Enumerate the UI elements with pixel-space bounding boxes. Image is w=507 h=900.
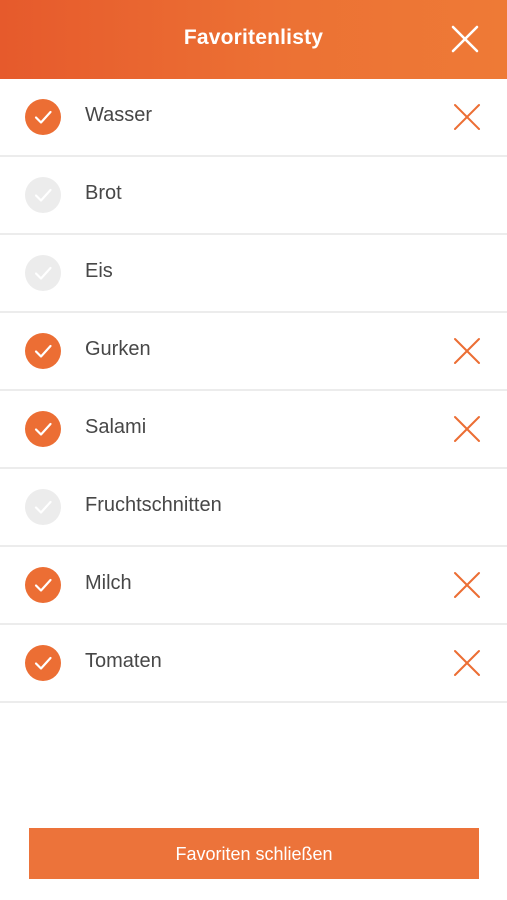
checked-checkbox-icon[interactable]	[25, 411, 61, 447]
checked-checkbox-icon[interactable]	[25, 99, 61, 135]
unchecked-checkbox-icon[interactable]	[25, 255, 61, 291]
close-icon[interactable]	[448, 22, 482, 56]
checked-checkbox-icon[interactable]	[25, 567, 61, 603]
list-item[interactable]: Gurken	[0, 313, 507, 391]
list-item-label: Brot	[85, 182, 122, 204]
remove-item-icon[interactable]	[453, 571, 481, 599]
remove-item-icon[interactable]	[453, 649, 481, 677]
list-item-label: Milch	[85, 572, 132, 594]
list-item-label: Wasser	[85, 104, 153, 126]
list-item[interactable]: Eis	[0, 235, 507, 313]
checked-checkbox-icon[interactable]	[25, 645, 61, 681]
remove-item-icon[interactable]	[453, 103, 481, 131]
list-item[interactable]: Milch	[0, 547, 507, 625]
header-bar: Favoritenlisty	[0, 0, 507, 79]
list-item-label: Eis	[85, 260, 113, 282]
unchecked-checkbox-icon[interactable]	[25, 489, 61, 525]
favorites-list: Wasser Brot Eis Gurken Salami Fruchtschnitten…	[0, 79, 507, 703]
list-item-label: Gurken	[85, 338, 151, 360]
list-item[interactable]: Tomaten	[0, 625, 507, 703]
list-item[interactable]: Brot	[0, 157, 507, 235]
list-item[interactable]: Fruchtschnitten	[0, 469, 507, 547]
unchecked-checkbox-icon[interactable]	[25, 177, 61, 213]
list-item-label: Fruchtschnitten	[85, 494, 222, 516]
list-item[interactable]: Salami	[0, 391, 507, 469]
close-favorites-button[interactable]: Favoriten schließen	[29, 828, 479, 879]
list-item[interactable]: Wasser	[0, 79, 507, 157]
remove-item-icon[interactable]	[453, 415, 481, 443]
list-item-label: Salami	[85, 416, 147, 438]
checked-checkbox-icon[interactable]	[25, 333, 61, 369]
page-title: Favoritenlisty	[183, 26, 324, 49]
list-item-label: Tomaten	[85, 650, 162, 672]
remove-item-icon[interactable]	[453, 337, 481, 365]
